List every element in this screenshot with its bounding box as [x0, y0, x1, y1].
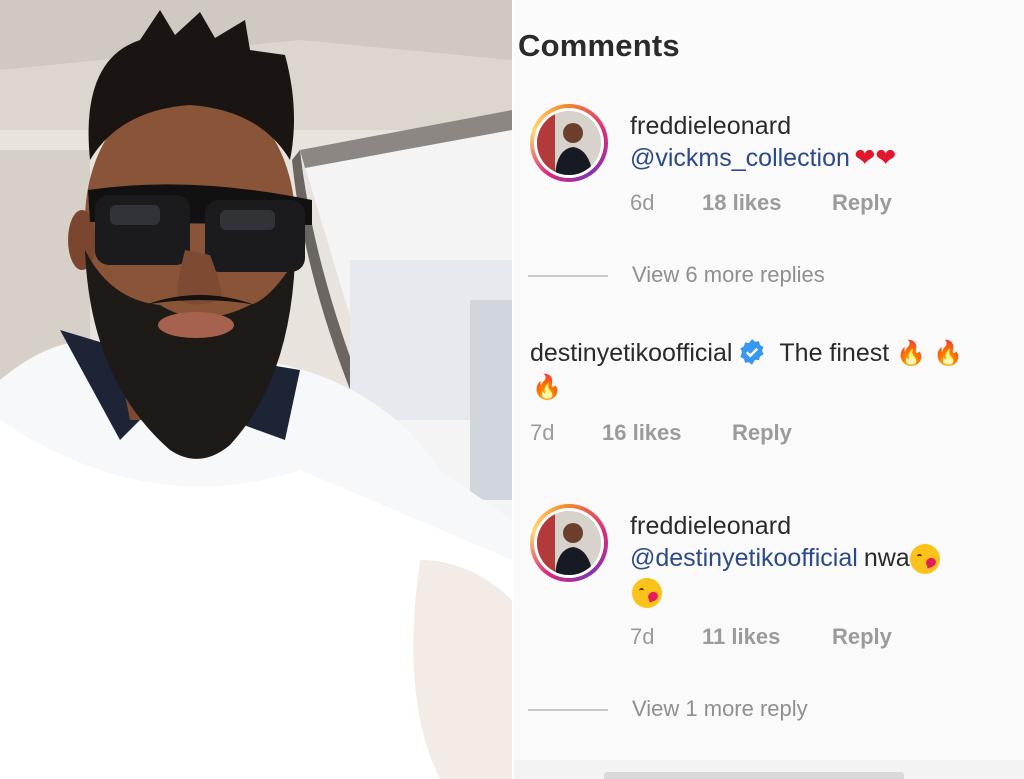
- reply-button[interactable]: Reply: [832, 190, 892, 216]
- comment-body-wrap: [632, 578, 662, 608]
- mention-link[interactable]: @destinyetikoofficial: [630, 544, 858, 572]
- mention-link[interactable]: @vickms_collection: [630, 144, 850, 172]
- comments-header: Comments: [514, 0, 1024, 104]
- comment-time: 7d: [530, 420, 555, 445]
- view-more-replies[interactable]: View 1 more reply: [528, 696, 808, 722]
- avatar[interactable]: [530, 104, 608, 182]
- avatar-image: [537, 111, 601, 175]
- comment-username[interactable]: freddieleonard: [630, 512, 791, 541]
- comment-time: 7d: [630, 624, 655, 649]
- heart-emoji-icon: ❤: [854, 144, 876, 172]
- comment-likes[interactable]: 18 likes: [702, 190, 782, 216]
- profile-photo: [0, 0, 512, 779]
- fire-emoji-icon: 🔥: [932, 340, 963, 367]
- kissing-face-icon: [909, 544, 940, 575]
- comment-text: The finest: [779, 339, 890, 367]
- comment-body: @destinyetikoofficial nwa: [630, 544, 940, 575]
- avatar-image: [537, 511, 601, 575]
- next-comment-partial: [514, 760, 1024, 779]
- comment-username[interactable]: freddieleonard: [630, 112, 791, 141]
- view-more-label: View 1 more reply: [632, 696, 808, 721]
- comment-username[interactable]: destinyetikoofficial: [530, 339, 732, 367]
- fire-emoji-icon: 🔥: [532, 374, 562, 401]
- page-title: Comments: [518, 28, 680, 63]
- heart-emoji-icon: ❤: [875, 144, 897, 172]
- comment-body: @vickms_collection ❤❤: [630, 144, 896, 173]
- fire-emoji-icon: 🔥: [896, 340, 927, 367]
- reply-button[interactable]: Reply: [832, 624, 892, 650]
- comment-text: nwa: [863, 544, 910, 572]
- divider: [528, 709, 608, 712]
- kissing-face-icon: [632, 578, 662, 608]
- verified-badge-icon: [740, 339, 764, 365]
- comments-panel: Comments freddieleonard @vickms_collecti…: [514, 0, 1024, 779]
- view-more-label: View 6 more replies: [632, 262, 825, 287]
- comment-likes[interactable]: 11 likes: [702, 624, 780, 650]
- reply-button[interactable]: Reply: [732, 420, 792, 446]
- view-more-replies[interactable]: View 6 more replies: [528, 262, 825, 288]
- comment-body: destinyetikoofficial The finest 🔥 🔥: [530, 338, 963, 368]
- divider: [528, 275, 608, 278]
- avatar[interactable]: [530, 504, 608, 582]
- comment-time: 6d: [630, 190, 655, 215]
- comment-likes[interactable]: 16 likes: [602, 420, 682, 446]
- comment-body-wrap: 🔥: [532, 376, 562, 400]
